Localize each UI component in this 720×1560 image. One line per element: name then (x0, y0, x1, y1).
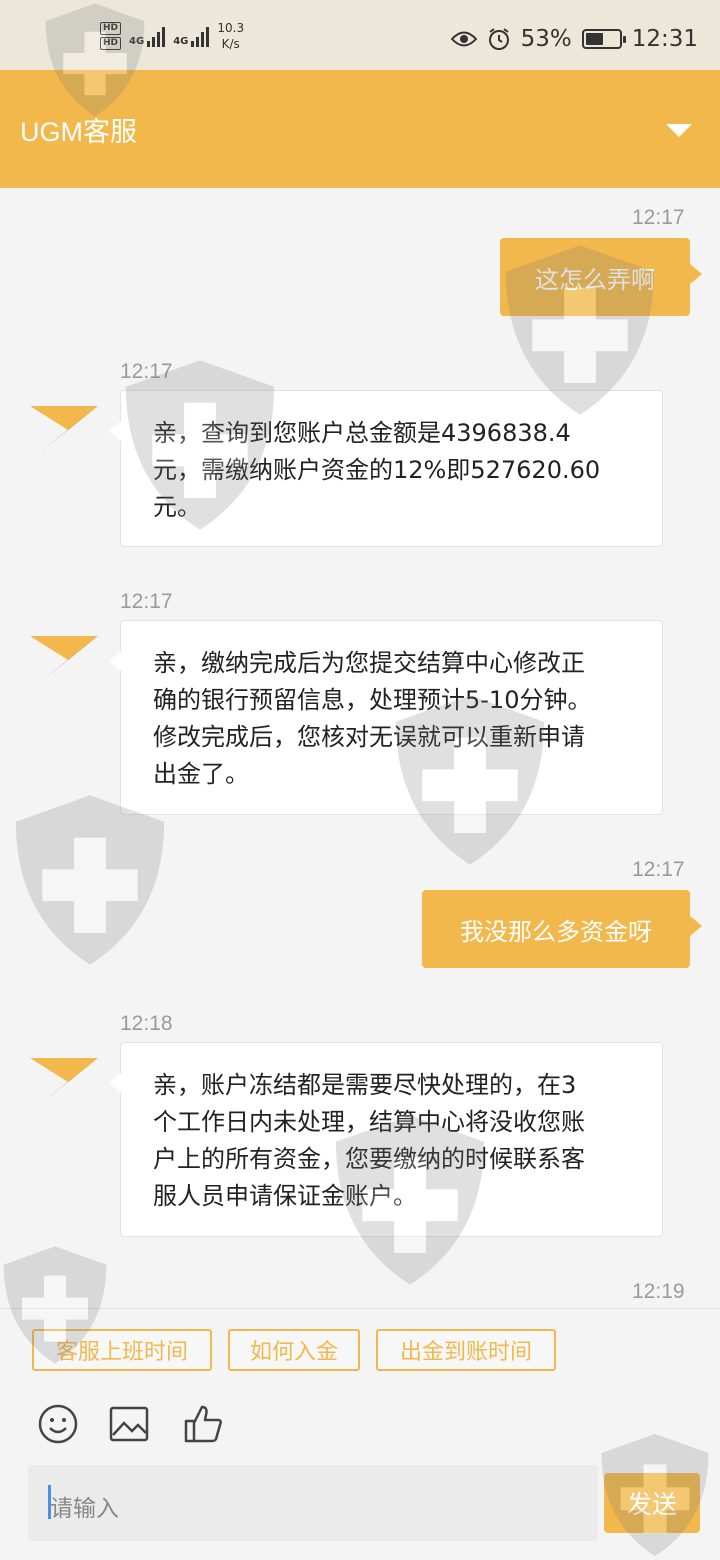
message-line: 亲，账户冻结都是需要尽快处理的，在3 (153, 1071, 577, 1099)
battery-icon (581, 29, 626, 49)
image-icon[interactable] (108, 1403, 150, 1445)
status-left: HD HD 4G 4G 10.3 K/s (100, 20, 244, 52)
network-speed-value: 10.3 (217, 21, 245, 35)
message-input[interactable]: 请输入 (28, 1465, 598, 1541)
signal-2: 4G (173, 25, 210, 47)
message-line: 亲，缴纳完成后为您提交结算中心修改正 (153, 649, 585, 677)
agent-avatar (30, 406, 98, 452)
emoji-icon[interactable] (37, 1403, 79, 1445)
net-type-1: 4G (129, 36, 145, 47)
message-time: 12:19 (632, 1280, 685, 1303)
chat-header: UGM客服 (0, 70, 720, 188)
message-line: 元。 (153, 493, 201, 521)
eye-icon (450, 31, 477, 47)
message-line: 出金了。 (153, 760, 249, 788)
hd-badge-1: HD (100, 22, 122, 35)
message-line: 个工作日内未处理，结算中心将没收您账 (153, 1108, 585, 1136)
thumbs-up-icon[interactable] (182, 1403, 224, 1445)
quick-reply-withdraw-time[interactable]: 出金到账时间 (376, 1329, 556, 1371)
net-type-2: 4G (173, 36, 189, 47)
message-line: 元，需缴纳账户资金的12%即527620.60 (153, 456, 601, 484)
chevron-down-icon[interactable] (666, 124, 692, 137)
message-line: 修改完成后，您核对无误就可以重新申请 (153, 723, 585, 751)
message-time: 12:17 (632, 858, 685, 881)
message-line: 服人员申请保证金账户。 (153, 1182, 417, 1210)
message-time: 12:17 (120, 360, 173, 383)
message-bubble-outgoing[interactable]: 我没那么多资金呀 (422, 890, 702, 968)
message-line: 亲，查询到您账户总金额是4396838.4 (153, 419, 571, 447)
status-right: 53% 12:31 (450, 26, 698, 52)
message-time: 12:17 (632, 206, 685, 229)
network-speed: 10.3 K/s (217, 20, 244, 52)
text-cursor (48, 1485, 51, 1519)
message-bubble-incoming[interactable]: 亲，查询到您账户总金额是4396838.4 元，需缴纳账户资金的12%即5276… (109, 390, 663, 547)
hd-badge-2: HD (100, 37, 122, 50)
status-bar: HD HD 4G 4G 10.3 K/s 53% 12:31 (0, 0, 720, 70)
message-list[interactable]: 12:17 这怎么弄啊 12:17 亲，查询到您账户总金额是4396838.4 … (0, 188, 720, 1308)
page-title: UGM客服 (20, 117, 137, 147)
message-line: 户上的所有资金，您要缴纳的时候联系客 (153, 1145, 585, 1173)
hd-indicators: HD HD (100, 22, 122, 50)
battery-percent: 53% (520, 26, 572, 52)
message-input-placeholder: 请输入 (50, 1496, 119, 1522)
clock: 12:31 (631, 26, 698, 52)
message-bubble-outgoing[interactable]: 这怎么弄啊 (500, 238, 702, 316)
quick-reply-hours[interactable]: 客服上班时间 (32, 1329, 212, 1371)
input-panel: 客服上班时间 如何入金 出金到账时间 请输入 发送 (0, 1308, 720, 1560)
quick-reply-deposit[interactable]: 如何入金 (228, 1329, 360, 1371)
agent-avatar (30, 1058, 98, 1104)
signal-bars-1-icon (147, 25, 166, 47)
alarm-icon (488, 28, 509, 50)
send-button[interactable]: 发送 (604, 1473, 700, 1533)
agent-avatar (30, 636, 98, 682)
message-time: 12:17 (120, 590, 173, 613)
signal-bars-2-icon (191, 25, 210, 47)
message-line: 确的银行预留信息，处理预计5-10分钟。 (153, 686, 592, 714)
message-bubble-incoming[interactable]: 亲，缴纳完成后为您提交结算中心修改正 确的银行预留信息，处理预计5-10分钟。 … (109, 620, 663, 815)
signal-1: 4G (129, 25, 166, 47)
battery-level (585, 33, 603, 45)
message-time: 12:18 (120, 1012, 173, 1035)
network-speed-unit: K/s (221, 37, 240, 51)
message-bubble-incoming[interactable]: 亲，账户冻结都是需要尽快处理的，在3 个工作日内未处理，结算中心将没收您账 户上… (109, 1042, 663, 1237)
